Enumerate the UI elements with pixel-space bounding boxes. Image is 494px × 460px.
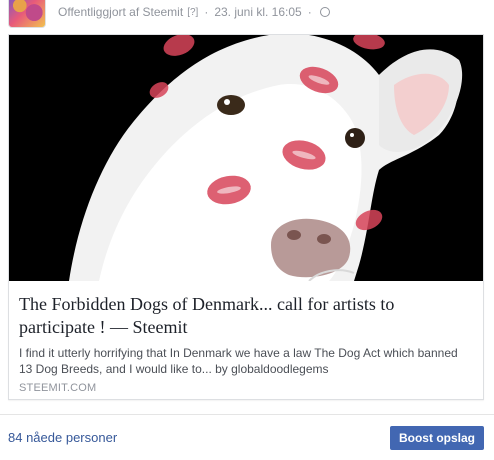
- published-by-text: Offentliggjort af Steemit: [58, 5, 184, 19]
- meta-separator: ·: [204, 5, 209, 19]
- preview-title[interactable]: The Forbidden Dogs of Denmark... call fo…: [19, 293, 459, 339]
- preview-domain: STEEMIT.COM: [19, 382, 97, 394]
- post-date[interactable]: 23. juni kl. 16:05: [214, 5, 301, 19]
- preview-image[interactable]: [9, 35, 483, 281]
- reach-link[interactable]: 84 nåede personer: [8, 430, 117, 445]
- preview-description: I find it utterly horrifying that In Den…: [19, 346, 458, 376]
- footer-divider: [0, 414, 494, 415]
- post-meta: Offentliggjort af Steemit [?] · 23. juni…: [58, 5, 330, 19]
- dog-with-kisses-image: [9, 35, 483, 281]
- post-header: Offentliggjort af Steemit [?] · 23. juni…: [0, 0, 494, 28]
- page-avatar[interactable]: [8, 0, 46, 28]
- help-icon[interactable]: [?]: [187, 7, 198, 18]
- boost-post-button[interactable]: Boost opslag: [390, 426, 484, 450]
- link-preview-card[interactable]: The Forbidden Dogs of Denmark... call fo…: [8, 34, 484, 400]
- preview-text-area[interactable]: The Forbidden Dogs of Denmark... call fo…: [9, 281, 483, 399]
- meta-separator-2: ·: [307, 5, 312, 19]
- globe-icon[interactable]: [319, 7, 330, 17]
